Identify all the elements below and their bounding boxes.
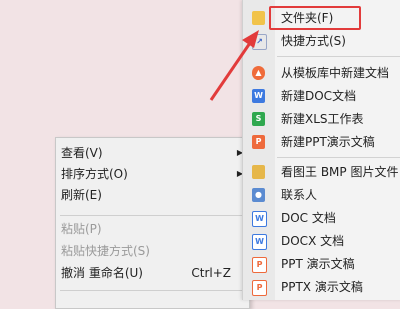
- annotation-arrow-icon: [209, 30, 259, 101]
